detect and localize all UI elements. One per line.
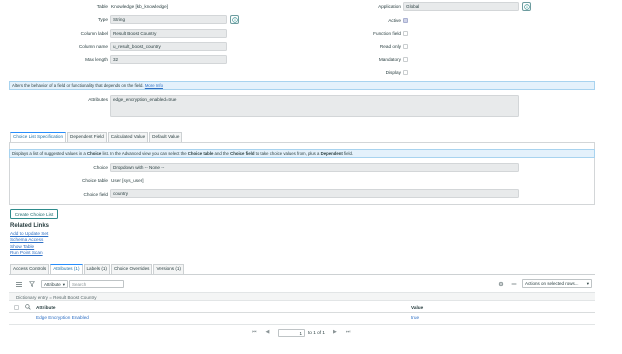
more-info-link[interactable]: More Info: [145, 83, 163, 88]
max-length-label: Max length: [85, 57, 108, 62]
info-icon: [231, 16, 238, 23]
application-field[interactable]: Global: [403, 2, 519, 11]
application-info-button[interactable]: [522, 2, 531, 11]
search-columns-button[interactable]: [25, 304, 31, 311]
function-field-checkbox[interactable]: [403, 31, 408, 36]
choice-info-bold: Choice: [87, 151, 102, 156]
grid-row-divider: [9, 324, 595, 325]
type-info-button[interactable]: [230, 15, 239, 24]
related-list-tabs: Access Controls Attributes (1) Labels (1…: [10, 264, 184, 274]
type-label: Type: [97, 17, 108, 22]
application-label: Application: [378, 4, 401, 9]
read-only-checkbox[interactable]: [403, 44, 408, 49]
display-checkbox[interactable]: [403, 70, 408, 75]
choice-info-text: to take choice values from, plus a: [254, 151, 321, 156]
choice-info-bold: Choice field: [230, 151, 255, 156]
tab-choice-overrides[interactable]: Choice Overrides: [110, 264, 153, 274]
pager: ⏮ ◀: [252, 329, 269, 335]
table-label: Table: [96, 4, 108, 9]
info-icon: [523, 3, 530, 10]
choice-field-label: Choice field: [83, 192, 109, 197]
filter-button[interactable]: [27, 280, 36, 288]
tab-labels[interactable]: Labels (1): [83, 264, 110, 274]
run-point-scan-link[interactable]: Run Point Scan: [10, 250, 48, 256]
next-page-icon[interactable]: ▶: [333, 329, 337, 335]
filter-field-value: Attribute: [44, 282, 61, 287]
display-label: Display: [385, 70, 401, 75]
gear-icon: [498, 281, 503, 287]
table-value: Knowledge [kb_knowledge]: [111, 4, 169, 9]
related-links-list: Add to Update Set Schema Access Show Tab…: [10, 231, 48, 257]
chevron-down-icon: ▾: [62, 282, 65, 287]
filter-field-select[interactable]: Attribute ▾: [41, 280, 68, 288]
actions-select[interactable]: Actions on selected rows... ▾: [522, 279, 592, 288]
choice-info-text: and the: [213, 151, 231, 156]
column-label-label: Column label: [80, 31, 108, 36]
read-only-label: Read only: [379, 44, 401, 49]
choice-info-text: Displays a list of suggested values in a: [12, 151, 87, 156]
section-tabs: Choice List Specification Dependent Fiel…: [10, 132, 183, 142]
hamburger-icon: [15, 281, 22, 287]
choice-info-text: field.: [342, 151, 354, 156]
tab-choice-list-specification[interactable]: Choice List Specification: [10, 132, 67, 142]
choice-table-label: Choice table: [81, 178, 108, 183]
mandatory-label: Mandatory: [378, 57, 401, 62]
attributes-label: Attributes: [88, 97, 108, 102]
pager-next: ▶ ⏭: [333, 329, 350, 335]
choice-field-field[interactable]: country: [110, 189, 519, 198]
create-choice-list-button[interactable]: Create Choice List: [10, 209, 58, 219]
breadcrumb[interactable]: Dictionary entry = Result Boost Country: [16, 295, 97, 300]
type-field[interactable]: String: [110, 15, 227, 24]
column-header-attribute[interactable]: Attribute: [36, 305, 56, 310]
column-label-field[interactable]: Result Boost Country: [110, 29, 227, 38]
active-label: Active: [388, 18, 401, 23]
tab-calculated-value[interactable]: Calculated Value: [107, 132, 149, 142]
list-menu-button[interactable]: [14, 280, 23, 288]
funnel-icon: [28, 281, 35, 287]
function-field-label: Function field: [373, 31, 401, 36]
max-length-field[interactable]: 32: [110, 55, 227, 64]
tab-default-value[interactable]: Default Value: [149, 132, 183, 142]
choice-field[interactable]: Dropdown with -- None --: [110, 163, 519, 172]
choice-info-text: list. In the Advanced view you can selec…: [101, 151, 188, 156]
page-input[interactable]: 1: [278, 329, 305, 337]
choice-table-value: User [sys_user]: [111, 178, 144, 183]
row-value: true: [411, 315, 420, 320]
attributes-field[interactable]: edge_encryption_enabled=true: [110, 95, 519, 117]
choice-label: Choice: [93, 165, 108, 170]
chevron-down-icon: ▾: [586, 281, 589, 286]
table-row: Edge Encryption Enabled true: [9, 313, 595, 323]
choice-info-bar: Displays a list of suggested values in a…: [9, 149, 595, 158]
tab-dependent-field[interactable]: Dependent Field: [67, 132, 107, 142]
tab-access-controls[interactable]: Access Controls: [10, 264, 50, 274]
actions-select-value: Actions on selected rows...: [525, 281, 579, 286]
column-name-field[interactable]: u_result_boost_country: [110, 42, 227, 51]
choice-info-bold: Choice table: [187, 151, 214, 156]
choice-info-bold: Dependent: [320, 151, 343, 156]
list-settings-button[interactable]: [496, 280, 505, 288]
column-header-value[interactable]: Value: [411, 305, 423, 310]
mandatory-checkbox[interactable]: [403, 57, 408, 62]
minus-icon: [511, 283, 516, 285]
breadcrumb-bar: Dictionary entry = Result Boost Country: [9, 292, 595, 301]
column-name-label: Column name: [78, 44, 108, 49]
collapse-button[interactable]: [509, 280, 518, 288]
row-attribute-link[interactable]: Edge Encryption Enabled: [36, 315, 89, 320]
select-all-checkbox[interactable]: [14, 305, 19, 310]
last-page-icon[interactable]: ⏭: [346, 329, 351, 335]
search-input[interactable]: Search: [69, 280, 124, 288]
previous-page-icon[interactable]: ◀: [266, 329, 270, 335]
tabs-divider: [9, 274, 595, 275]
attributes-info-text: Alters the behavior of a field or functi…: [12, 83, 144, 88]
attributes-info-bar: Alters the behavior of a field or functi…: [9, 81, 595, 90]
tab-attributes[interactable]: Attributes (1): [50, 264, 83, 274]
tab-versions[interactable]: Versions (1): [153, 264, 184, 274]
page-count-text: to 1 of 1: [308, 330, 325, 335]
active-checkbox[interactable]: [403, 18, 408, 23]
related-links-title: Related Links: [10, 223, 50, 229]
first-page-icon[interactable]: ⏮: [252, 329, 257, 335]
search-icon: [25, 304, 31, 310]
